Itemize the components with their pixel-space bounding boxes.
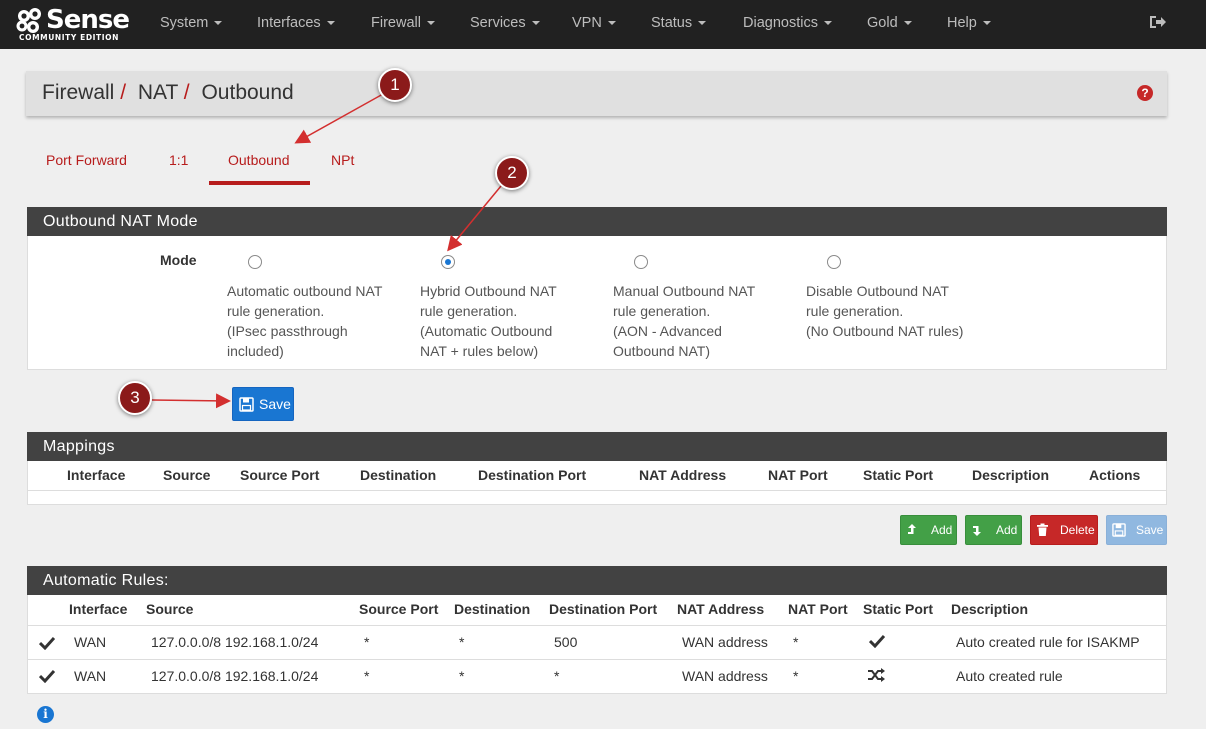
annotation-arrow-2 [447,185,502,252]
annotation-badge-3: 3 [118,381,152,415]
annotation-arrow-1 [294,93,384,144]
annotation-badge-1: 1 [378,68,412,102]
annotation-arrows [151,93,502,409]
annotation-arrow-3 [151,393,231,409]
annotation-badge-2: 2 [495,156,529,190]
